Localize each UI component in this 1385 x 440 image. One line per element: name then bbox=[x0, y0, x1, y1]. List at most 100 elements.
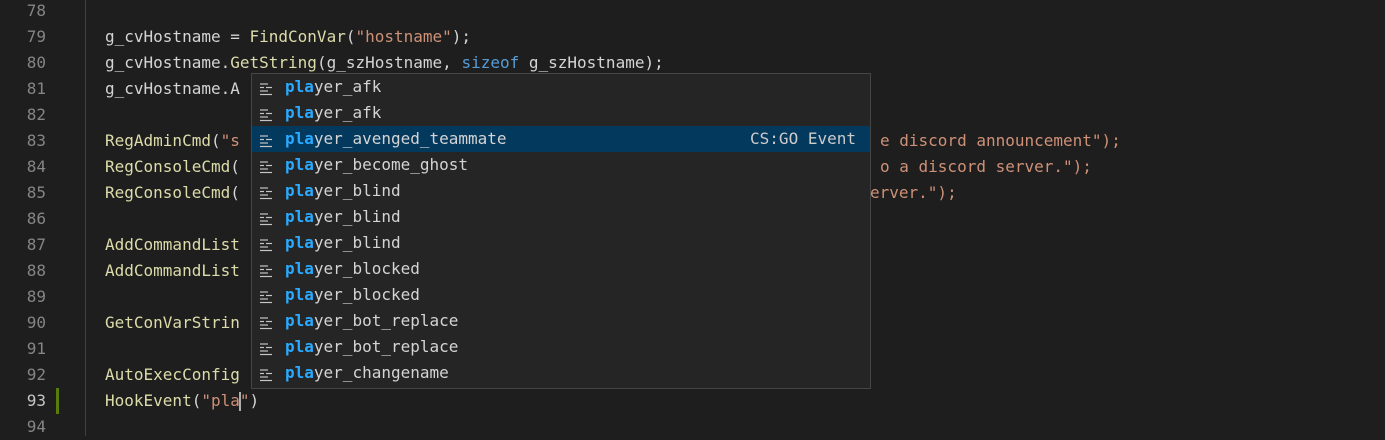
code-token: " bbox=[239, 391, 250, 410]
suggestion-rest: yer_bot_replace bbox=[313, 311, 459, 330]
suggestion-rest: yer_blind bbox=[313, 207, 401, 226]
suggestion-label: player_bot_replace bbox=[285, 334, 458, 360]
match-highlight: pla bbox=[285, 129, 314, 148]
suggestion-item[interactable]: player_afk bbox=[252, 100, 870, 126]
match-highlight: pla bbox=[285, 103, 314, 122]
suggestion-item[interactable]: player_blind bbox=[252, 178, 870, 204]
match-highlight: pla bbox=[285, 181, 314, 200]
line-number: 83 bbox=[26, 131, 46, 150]
suggestion-item[interactable]: player_blind bbox=[252, 230, 870, 256]
event-icon bbox=[258, 339, 274, 356]
suggestion-rest: yer_blind bbox=[313, 181, 401, 200]
line-number: 90 bbox=[26, 313, 46, 332]
suggestion-rest: yer_become_ghost bbox=[313, 155, 469, 174]
code-text[interactable]: GetConVarStrin bbox=[105, 310, 240, 336]
line-number: 89 bbox=[26, 287, 46, 306]
suggestion-label: player_blocked bbox=[285, 256, 420, 282]
suggestion-rest: yer_changename bbox=[313, 363, 449, 382]
suggestion-label: player_bot_replace bbox=[285, 308, 458, 334]
match-highlight: pla bbox=[285, 233, 314, 252]
code-token: g_szHostname); bbox=[519, 53, 664, 72]
event-icon bbox=[258, 235, 274, 252]
line-number: 87 bbox=[26, 235, 46, 254]
code-token: AddCommandList bbox=[105, 235, 240, 254]
code-token: ( bbox=[210, 131, 221, 150]
line-number: 80 bbox=[26, 53, 46, 72]
event-icon bbox=[258, 131, 274, 148]
suggestion-item[interactable]: player_bot_replace bbox=[252, 308, 870, 334]
event-icon bbox=[258, 287, 274, 304]
event-icon bbox=[258, 105, 274, 122]
code-token: GetString bbox=[230, 53, 317, 72]
event-icon bbox=[258, 209, 274, 226]
suggestion-item[interactable]: player_blocked bbox=[252, 282, 870, 308]
code-token: g_cvHostname. bbox=[105, 53, 231, 72]
suggestion-item[interactable]: player_become_ghost bbox=[252, 152, 870, 178]
suggestion-label: player_blocked bbox=[285, 282, 420, 308]
line-number: 78 bbox=[26, 1, 46, 20]
code-line[interactable]: 78 bbox=[0, 0, 1385, 24]
suggestion-rest: yer_avenged_teammate bbox=[313, 129, 507, 148]
match-highlight: pla bbox=[285, 285, 314, 304]
match-highlight: pla bbox=[285, 363, 314, 382]
line-number: 79 bbox=[26, 27, 46, 46]
code-token: (g_szHostname, bbox=[316, 53, 462, 72]
code-text[interactable]: HookEvent("pla") bbox=[105, 388, 259, 414]
suggestion-rest: yer_afk bbox=[313, 77, 382, 96]
suggestion-item[interactable]: player_changename bbox=[252, 360, 870, 386]
code-editor[interactable]: 78 79 g_cvHostname = FindConVar("hostname"… bbox=[0, 0, 1385, 436]
code-token: AutoExecConfig bbox=[105, 365, 240, 384]
code-text[interactable]: g_cvHostname = FindConVar("hostname"); bbox=[105, 24, 471, 50]
code-token: g_cvHostname.A bbox=[105, 79, 240, 98]
code-token: "pla bbox=[201, 391, 240, 410]
line-number: 94 bbox=[26, 417, 46, 436]
code-text-overflow: e discord announcement"); bbox=[880, 131, 1121, 150]
code-token: GetConVarStrin bbox=[105, 313, 240, 332]
suggestion-label: player_afk bbox=[285, 74, 381, 100]
suggestion-label: player_blind bbox=[285, 178, 401, 204]
code-text[interactable]: RegConsoleCmd( bbox=[105, 154, 240, 180]
suggestion-rest: yer_blocked bbox=[313, 285, 420, 304]
suggestion-rest: yer_blind bbox=[313, 233, 401, 252]
code-line[interactable]: 79 g_cvHostname = FindConVar("hostname"); bbox=[0, 24, 1385, 50]
line-number: 84 bbox=[26, 157, 46, 176]
event-icon bbox=[258, 157, 274, 174]
line-number: 88 bbox=[26, 261, 46, 280]
suggestion-label: player_changename bbox=[285, 360, 449, 386]
code-token: AddCommandList bbox=[105, 261, 240, 280]
suggestion-rest: yer_blocked bbox=[313, 259, 420, 278]
event-icon bbox=[258, 261, 274, 278]
code-token: ) bbox=[249, 391, 260, 410]
code-text[interactable]: g_cvHostname.A bbox=[105, 76, 240, 102]
line-number: 93 bbox=[26, 391, 46, 410]
suggestion-item[interactable]: player_bot_replace bbox=[252, 334, 870, 360]
code-text[interactable]: AutoExecConfig bbox=[105, 362, 240, 388]
code-line[interactable]: 94 bbox=[0, 414, 1385, 440]
suggestion-item[interactable]: player_avenged_teammate CS:GO Event bbox=[252, 126, 870, 152]
suggestion-rest: yer_afk bbox=[313, 103, 382, 122]
code-text-overflow: erver."); bbox=[870, 183, 957, 202]
code-token: RegConsoleCmd bbox=[105, 157, 231, 176]
code-line[interactable]: 93 HookEvent("pla") bbox=[0, 388, 1385, 414]
code-token: ( bbox=[230, 183, 240, 202]
match-highlight: pla bbox=[285, 77, 314, 96]
code-token: ( bbox=[191, 391, 202, 410]
code-token: sizeof bbox=[461, 53, 520, 72]
suggestion-item[interactable]: player_blind bbox=[252, 204, 870, 230]
autocomplete-suggest-widget[interactable]: player_afk player_afk player_avenged_teamm… bbox=[251, 73, 871, 389]
line-number: 82 bbox=[26, 105, 46, 124]
code-text[interactable]: AddCommandList bbox=[105, 232, 240, 258]
code-token: FindConVar bbox=[249, 27, 346, 46]
event-icon bbox=[258, 365, 274, 382]
code-text[interactable]: AddCommandList bbox=[105, 258, 240, 284]
suggestion-item[interactable]: player_afk bbox=[252, 74, 870, 100]
code-token: ); bbox=[451, 27, 472, 46]
suggestion-item[interactable]: player_blocked bbox=[252, 256, 870, 282]
line-number: 92 bbox=[26, 365, 46, 384]
event-icon bbox=[258, 313, 274, 330]
code-text[interactable]: RegAdminCmd("s bbox=[105, 128, 240, 154]
code-token: ( bbox=[230, 157, 240, 176]
line-number: 85 bbox=[26, 183, 46, 202]
suggestion-label: player_blind bbox=[285, 230, 401, 256]
code-text[interactable]: RegConsoleCmd( bbox=[105, 180, 240, 206]
